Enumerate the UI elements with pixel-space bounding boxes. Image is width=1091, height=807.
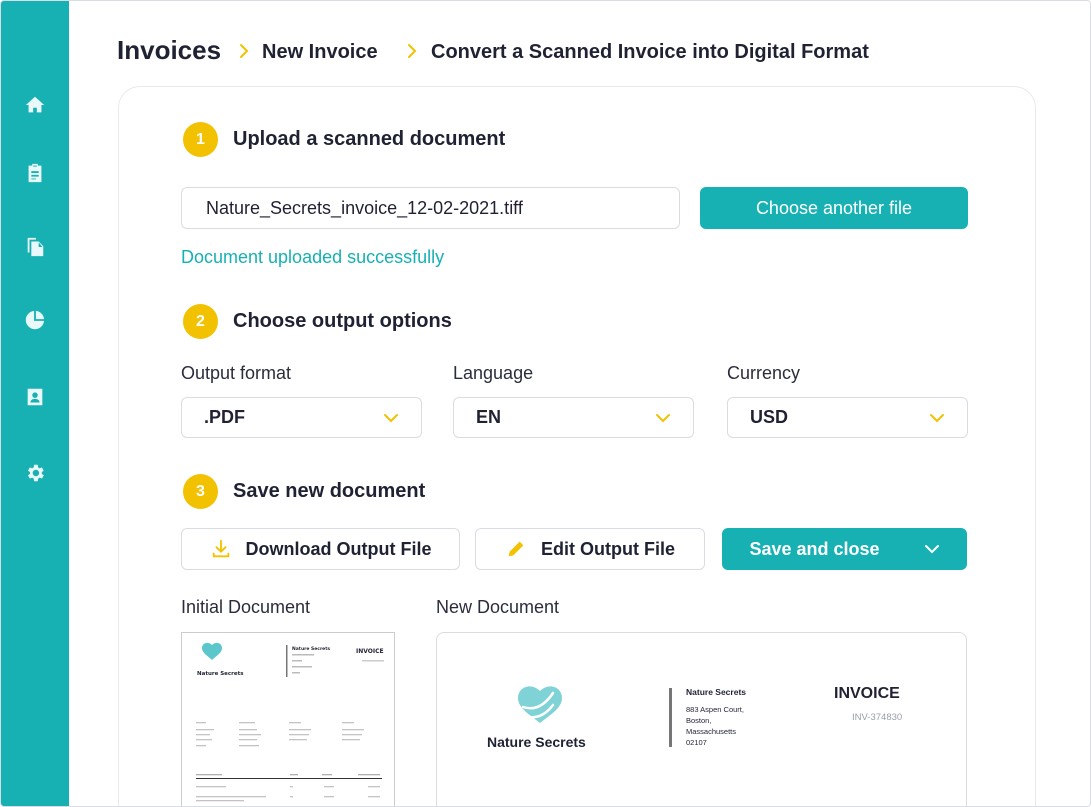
output-format-label: Output format xyxy=(181,363,292,383)
home-icon xyxy=(25,96,45,113)
svg-text:INVOICE: INVOICE xyxy=(356,648,384,655)
download-output-label: Download Output File xyxy=(245,538,432,559)
chevron-down-icon xyxy=(384,413,398,422)
pencil-icon xyxy=(508,541,524,557)
invoice-heading: INVOICE xyxy=(834,685,900,702)
download-icon xyxy=(212,539,229,558)
app-window: Invoices New Invoice Convert a Scanned I… xyxy=(0,0,1091,807)
language-select[interactable]: EN xyxy=(453,397,694,438)
choose-another-file-button[interactable]: Choose another file xyxy=(700,187,968,229)
page-title: Convert a Scanned Invoice into Digital F… xyxy=(431,41,869,63)
address-line: 883 Aspen Court, xyxy=(686,705,744,714)
upload-status: Document uploaded successfully xyxy=(181,247,445,267)
clipboard-icon xyxy=(28,163,42,183)
download-output-button[interactable]: Download Output File xyxy=(181,528,460,570)
chevron-right-icon xyxy=(237,41,251,61)
sidebar-item-documents[interactable] xyxy=(23,235,47,259)
currency-select[interactable]: USD xyxy=(727,397,968,438)
edit-output-button[interactable]: Edit Output File xyxy=(475,528,705,570)
initial-document-thumbnail: Nature Secrets Nature Secrets INVOICE xyxy=(181,632,395,806)
address-line: 02107 xyxy=(686,738,707,747)
gear-icon xyxy=(28,464,44,482)
chevron-right-icon xyxy=(405,41,419,61)
sender-name: Nature Secrets xyxy=(686,687,747,697)
address-line: Massachusetts xyxy=(686,727,737,736)
company-name: Nature Secrets xyxy=(487,734,586,750)
save-and-close-label: Save and close xyxy=(749,538,880,559)
documents-icon xyxy=(27,237,44,257)
step-2-badge: 2 xyxy=(183,304,218,339)
breadcrumb-new-invoice[interactable]: New Invoice xyxy=(262,41,378,64)
sidebar-item-reports[interactable] xyxy=(23,308,47,332)
step-1-title: Upload a scanned document xyxy=(233,128,506,150)
chevron-down-icon xyxy=(930,413,944,422)
scanned-invoice-image: Nature Secrets Nature Secrets INVOICE xyxy=(196,642,384,802)
invoice-number: INV-374830 xyxy=(852,712,903,723)
uploaded-file-field[interactable]: Nature_Secrets_invoice_12-02-2021.tiff xyxy=(181,187,680,229)
address-line: Boston, xyxy=(686,716,712,725)
edit-output-label: Edit Output File xyxy=(541,538,675,559)
step-2-title: Choose output options xyxy=(233,310,452,332)
sidebar-item-contacts[interactable] xyxy=(23,385,47,409)
pie-chart-icon xyxy=(25,310,45,330)
language-label: Language xyxy=(453,363,534,383)
output-format-select[interactable]: .PDF xyxy=(181,397,422,438)
currency-value: USD xyxy=(750,407,789,427)
file-name: Nature_Secrets_invoice_12-02-2021.tiff xyxy=(206,197,523,218)
language-value: EN xyxy=(476,407,502,427)
breadcrumb-invoices[interactable]: Invoices xyxy=(117,35,221,66)
currency-label: Currency xyxy=(727,363,801,383)
chevron-down-icon xyxy=(656,413,670,422)
divider xyxy=(669,688,672,747)
contact-card-icon xyxy=(27,388,43,406)
save-and-close-button[interactable]: Save and close xyxy=(722,528,967,570)
output-format-value: .PDF xyxy=(204,407,246,427)
step-1-badge: 1 xyxy=(183,122,218,157)
new-document-label: New Document xyxy=(436,597,560,617)
sidebar xyxy=(1,1,69,806)
svg-text:Nature Secrets: Nature Secrets xyxy=(292,646,330,652)
step-3-title: Save new document xyxy=(233,480,426,502)
sidebar-item-home[interactable] xyxy=(23,93,47,117)
step-3-badge: 3 xyxy=(183,474,218,509)
sender-address: 883 Aspen Court, Boston, Massachusetts 0… xyxy=(686,704,744,748)
initial-document-label: Initial Document xyxy=(181,597,311,617)
new-document-preview: Nature Secrets Nature Secrets 883 Aspen … xyxy=(436,632,967,806)
svg-text:Nature Secrets: Nature Secrets xyxy=(197,671,244,677)
sidebar-item-tasks[interactable] xyxy=(23,161,47,185)
chevron-down-icon[interactable] xyxy=(924,544,940,554)
sidebar-item-settings[interactable] xyxy=(23,461,47,485)
